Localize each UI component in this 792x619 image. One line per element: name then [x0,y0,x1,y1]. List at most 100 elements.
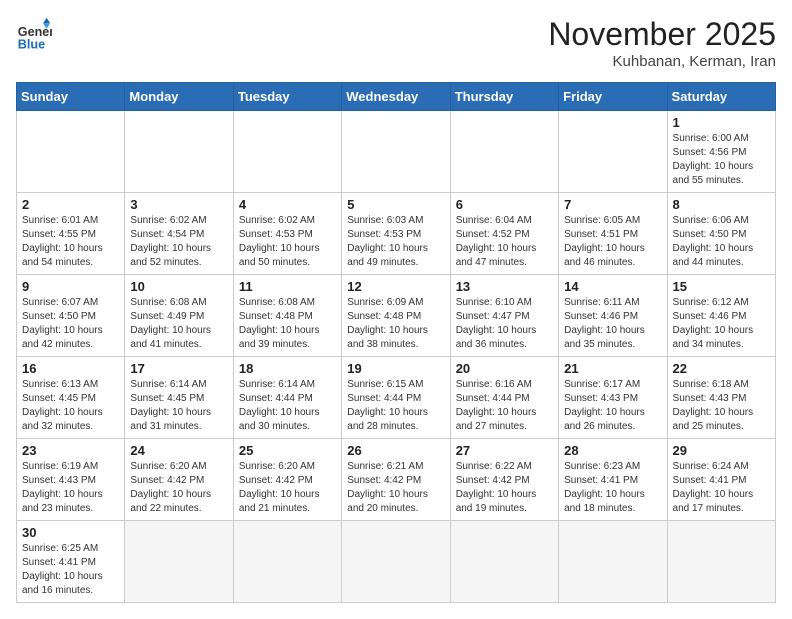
day-info: Sunrise: 6:10 AM Sunset: 4:47 PM Dayligh… [456,296,553,352]
day-number: 14 [564,279,661,294]
day-info: Sunrise: 6:13 AM Sunset: 4:45 PM Dayligh… [22,378,119,434]
day-number: 6 [456,197,553,212]
calendar-cell: 25 Sunrise: 6:20 AM Sunset: 4:42 PM Dayli… [233,439,341,521]
day-number: 23 [22,443,119,458]
day-info: Sunrise: 6:23 AM Sunset: 4:41 PM Dayligh… [564,460,661,516]
calendar-cell: 5 Sunrise: 6:03 AM Sunset: 4:53 PM Daylig… [342,193,450,275]
calendar-cell: 15Sunrise: 6:12 AM Sunset: 4:46 PM Dayli… [667,275,775,357]
day-info: Sunrise: 6:20 AM Sunset: 4:42 PM Dayligh… [239,460,336,516]
day-info: Sunrise: 6:25 AM Sunset: 4:41 PM Dayligh… [22,542,119,598]
day-info: Sunrise: 6:19 AM Sunset: 4:43 PM Dayligh… [22,460,119,516]
calendar-cell [450,111,558,193]
day-number: 13 [456,279,553,294]
day-info: Sunrise: 6:07 AM Sunset: 4:50 PM Dayligh… [22,296,119,352]
page-header: General Blue November 2025 Kuhbanan, Ker… [16,16,776,70]
logo: General Blue [16,16,52,52]
calendar-day-header: Tuesday [233,83,341,111]
day-number: 11 [239,279,336,294]
calendar-cell: 14 Sunrise: 6:11 AM Sunset: 4:46 PM Dayli… [559,275,667,357]
day-info: Sunrise: 6:08 AM Sunset: 4:49 PM Dayligh… [130,296,227,352]
calendar-cell: 10 Sunrise: 6:08 AM Sunset: 4:49 PM Dayli… [125,275,233,357]
calendar-cell [233,111,341,193]
day-number: 17 [130,361,227,376]
calendar-week-row: 2Sunrise: 6:01 AM Sunset: 4:55 PM Daylig… [17,193,776,275]
calendar-cell: 3 Sunrise: 6:02 AM Sunset: 4:54 PM Daylig… [125,193,233,275]
calendar-week-row: 23 Sunrise: 6:19 AM Sunset: 4:43 PM Dayli… [17,439,776,521]
day-number: 22 [673,361,770,376]
calendar-day-header: Thursday [450,83,558,111]
day-number: 3 [130,197,227,212]
day-number: 8 [673,197,770,212]
calendar-cell [667,521,775,603]
logo-icon: General Blue [16,16,52,52]
day-info: Sunrise: 6:03 AM Sunset: 4:53 PM Dayligh… [347,214,444,270]
calendar-cell [342,521,450,603]
day-number: 18 [239,361,336,376]
calendar-cell [450,521,558,603]
day-number: 21 [564,361,661,376]
day-number: 4 [239,197,336,212]
calendar-cell [342,111,450,193]
calendar-cell [125,521,233,603]
calendar-cell [17,111,125,193]
day-info: Sunrise: 6:00 AM Sunset: 4:56 PM Dayligh… [673,132,770,188]
day-info: Sunrise: 6:14 AM Sunset: 4:45 PM Dayligh… [130,378,227,434]
calendar-day-header: Monday [125,83,233,111]
calendar-cell: 22 Sunrise: 6:18 AM Sunset: 4:43 PM Dayli… [667,357,775,439]
day-number: 30 [22,525,119,540]
day-number: 12 [347,279,444,294]
day-info: Sunrise: 6:18 AM Sunset: 4:43 PM Dayligh… [673,378,770,434]
calendar-header-row: SundayMondayTuesdayWednesdayThursdayFrid… [17,83,776,111]
day-info: Sunrise: 6:20 AM Sunset: 4:42 PM Dayligh… [130,460,227,516]
day-info: Sunrise: 6:14 AM Sunset: 4:44 PM Dayligh… [239,378,336,434]
day-number: 5 [347,197,444,212]
calendar-cell: 21 Sunrise: 6:17 AM Sunset: 4:43 PM Dayli… [559,357,667,439]
day-number: 24 [130,443,227,458]
day-info: Sunrise: 6:04 AM Sunset: 4:52 PM Dayligh… [456,214,553,270]
day-info: Sunrise: 6:05 AM Sunset: 4:51 PM Dayligh… [564,214,661,270]
calendar-cell: 19Sunrise: 6:15 AM Sunset: 4:44 PM Dayli… [342,357,450,439]
calendar-cell: 2Sunrise: 6:01 AM Sunset: 4:55 PM Daylig… [17,193,125,275]
day-info: Sunrise: 6:22 AM Sunset: 4:42 PM Dayligh… [456,460,553,516]
day-number: 9 [22,279,119,294]
day-info: Sunrise: 6:11 AM Sunset: 4:46 PM Dayligh… [564,296,661,352]
calendar-week-row: 30 Sunrise: 6:25 AM Sunset: 4:41 PM Dayli… [17,521,776,603]
svg-text:Blue: Blue [18,37,45,51]
day-info: Sunrise: 6:02 AM Sunset: 4:53 PM Dayligh… [239,214,336,270]
calendar-day-header: Saturday [667,83,775,111]
day-info: Sunrise: 6:21 AM Sunset: 4:42 PM Dayligh… [347,460,444,516]
calendar-cell: 29Sunrise: 6:24 AM Sunset: 4:41 PM Dayli… [667,439,775,521]
calendar-cell: 7 Sunrise: 6:05 AM Sunset: 4:51 PM Daylig… [559,193,667,275]
calendar-cell: 24 Sunrise: 6:20 AM Sunset: 4:42 PM Dayli… [125,439,233,521]
calendar-cell: 8Sunrise: 6:06 AM Sunset: 4:50 PM Daylig… [667,193,775,275]
calendar-week-row: 9 Sunrise: 6:07 AM Sunset: 4:50 PM Daylig… [17,275,776,357]
calendar-week-row: 16Sunrise: 6:13 AM Sunset: 4:45 PM Dayli… [17,357,776,439]
calendar-cell: 11 Sunrise: 6:08 AM Sunset: 4:48 PM Dayli… [233,275,341,357]
day-info: Sunrise: 6:17 AM Sunset: 4:43 PM Dayligh… [564,378,661,434]
day-info: Sunrise: 6:08 AM Sunset: 4:48 PM Dayligh… [239,296,336,352]
location-subtitle: Kuhbanan, Kerman, Iran [548,53,776,70]
day-number: 25 [239,443,336,458]
day-info: Sunrise: 6:02 AM Sunset: 4:54 PM Dayligh… [130,214,227,270]
calendar-day-header: Sunday [17,83,125,111]
day-number: 7 [564,197,661,212]
day-number: 10 [130,279,227,294]
day-number: 28 [564,443,661,458]
calendar-cell: 13 Sunrise: 6:10 AM Sunset: 4:47 PM Dayli… [450,275,558,357]
calendar-cell [559,521,667,603]
calendar-week-row: 1 Sunrise: 6:00 AM Sunset: 4:56 PM Daylig… [17,111,776,193]
day-info: Sunrise: 6:01 AM Sunset: 4:55 PM Dayligh… [22,214,119,270]
calendar-cell: 9 Sunrise: 6:07 AM Sunset: 4:50 PM Daylig… [17,275,125,357]
day-number: 26 [347,443,444,458]
day-info: Sunrise: 6:09 AM Sunset: 4:48 PM Dayligh… [347,296,444,352]
month-title: November 2025 [548,16,776,53]
calendar-cell: 28 Sunrise: 6:23 AM Sunset: 4:41 PM Dayli… [559,439,667,521]
calendar-day-header: Friday [559,83,667,111]
calendar-cell: 17 Sunrise: 6:14 AM Sunset: 4:45 PM Dayli… [125,357,233,439]
day-number: 27 [456,443,553,458]
calendar-cell: 30 Sunrise: 6:25 AM Sunset: 4:41 PM Dayli… [17,521,125,603]
calendar-cell [125,111,233,193]
calendar-table: SundayMondayTuesdayWednesdayThursdayFrid… [16,82,776,603]
day-number: 1 [673,115,770,130]
calendar-cell [233,521,341,603]
